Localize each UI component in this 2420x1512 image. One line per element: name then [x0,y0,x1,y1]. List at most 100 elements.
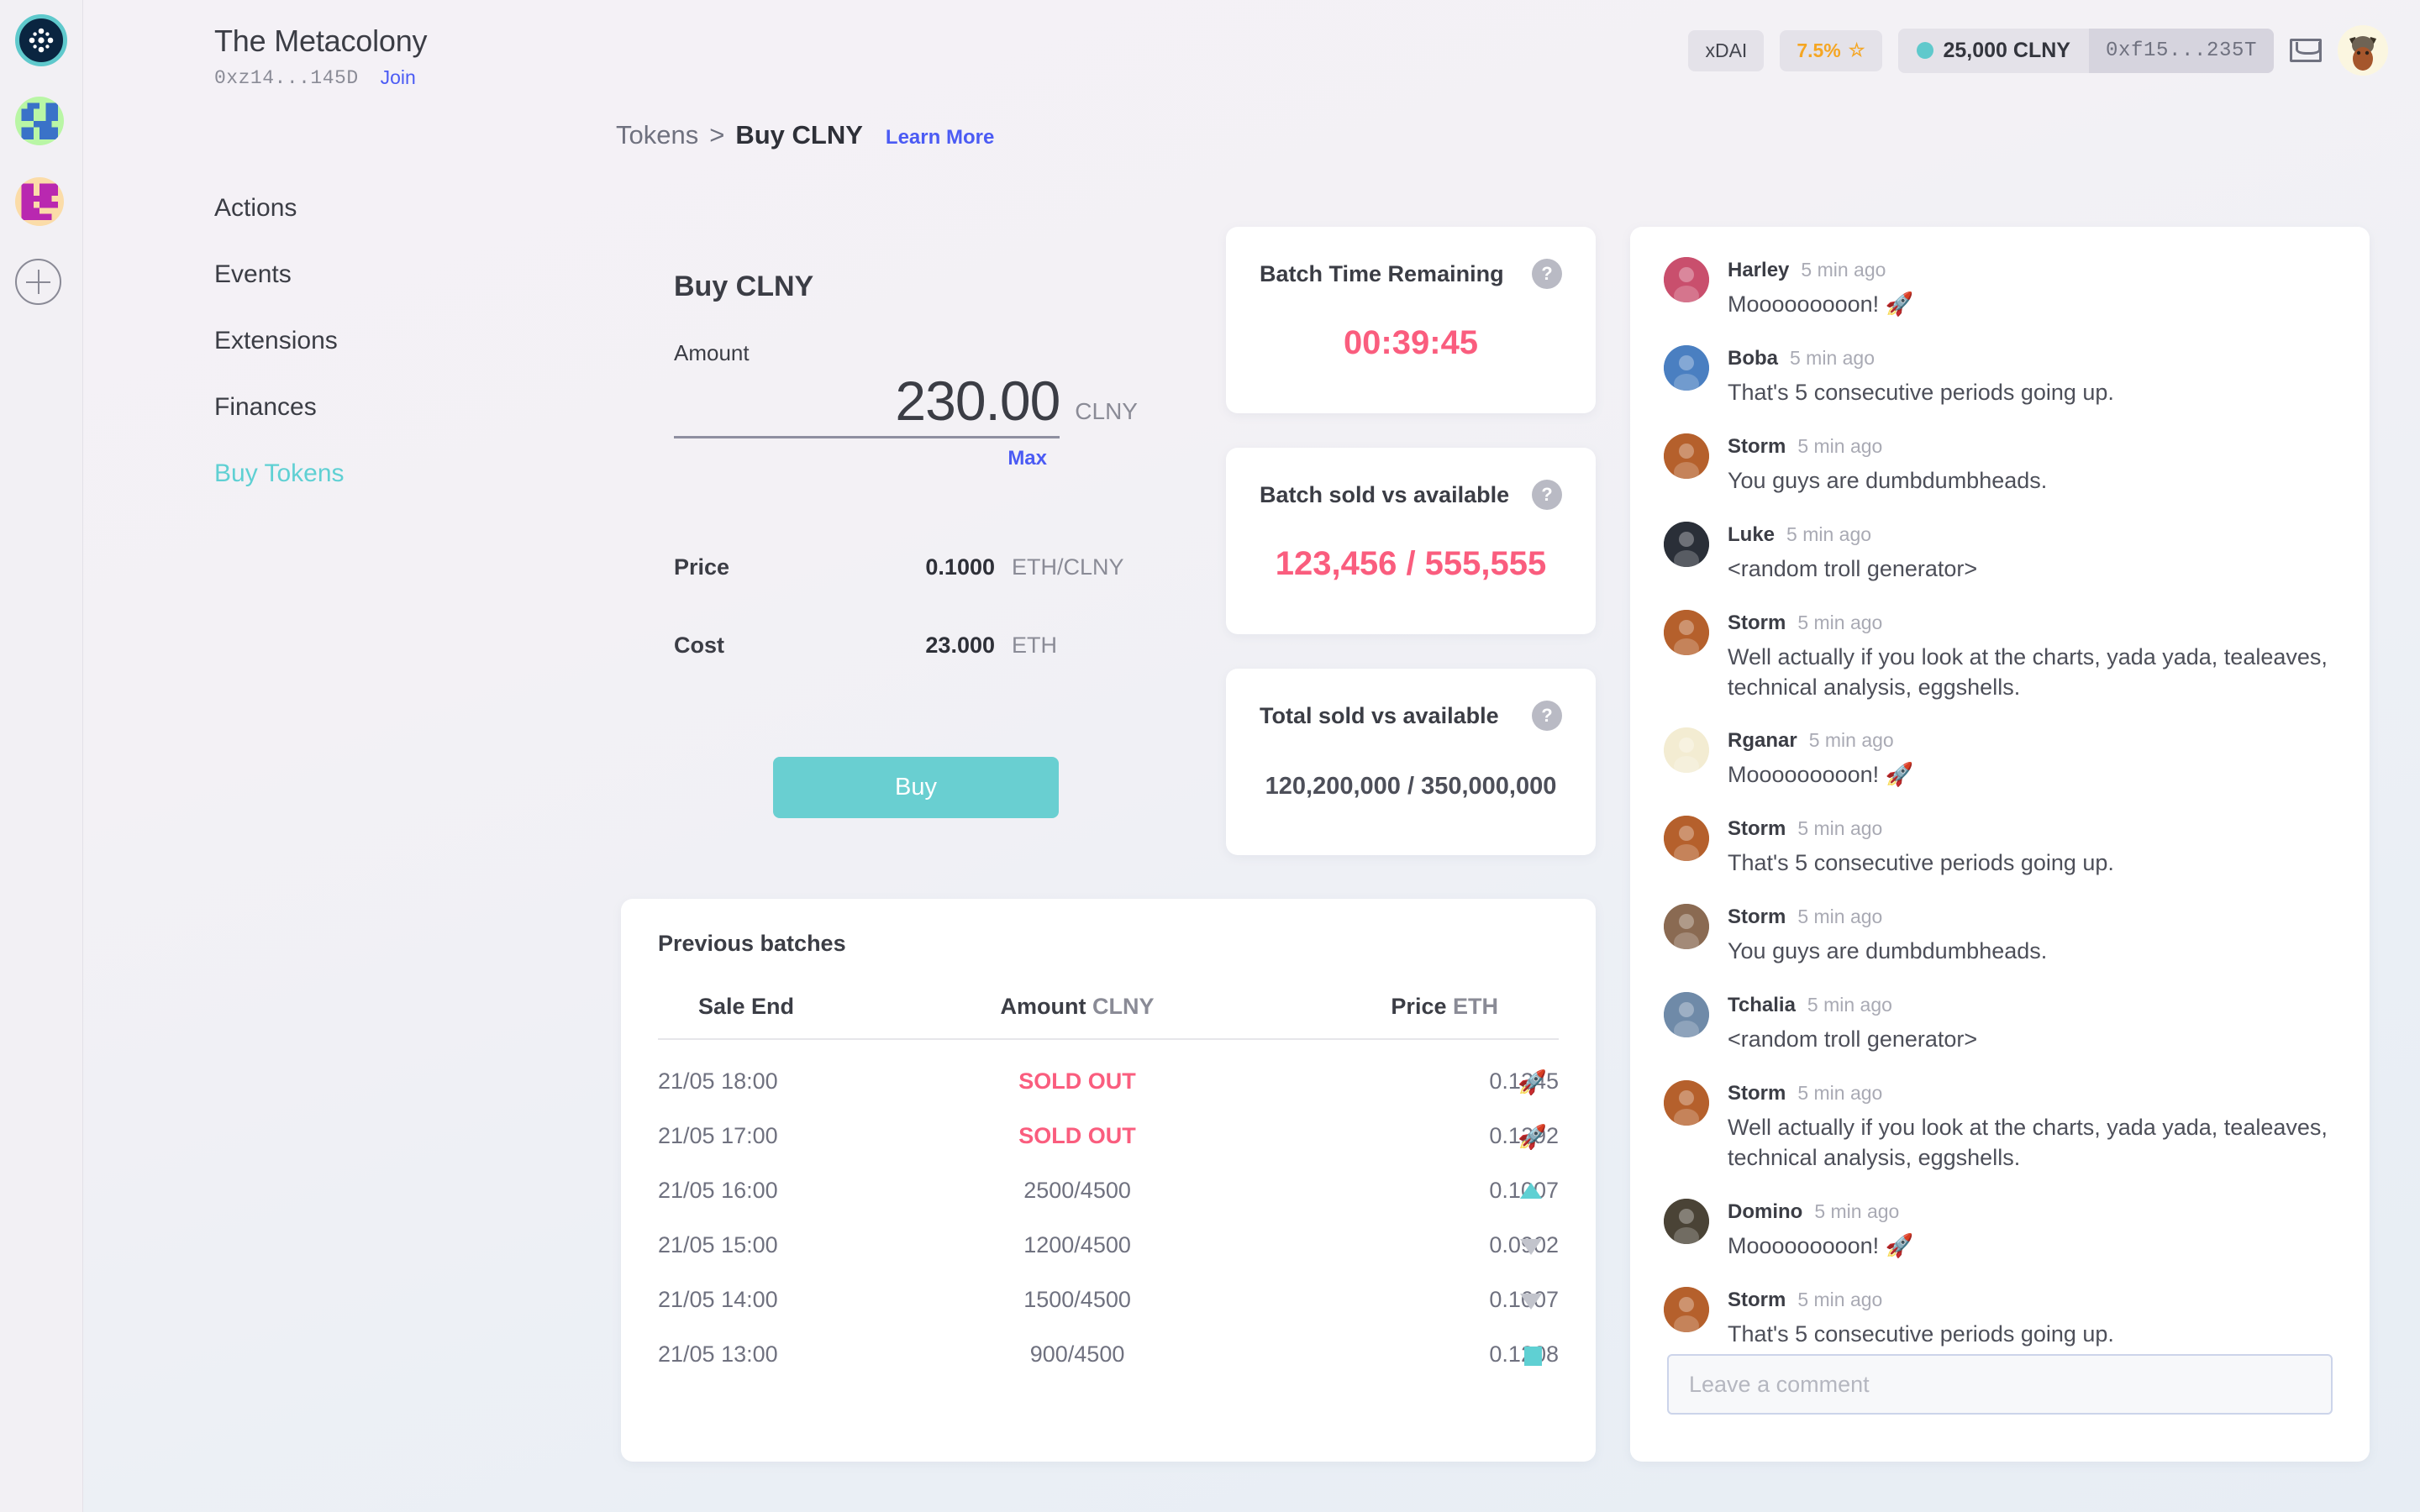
table-row[interactable]: 21/05 14:00 1500/4500 0.1007 [658,1258,1559,1313]
help-icon[interactable]: ? [1532,701,1562,731]
comment-meta: Harley 5 min ago [1728,259,2336,282]
comment-timestamp: 5 min ago [1797,817,1883,840]
amount-label: Amount [674,340,750,365]
comment-body: Harley 5 min ago Mooooooooon! 🚀 [1728,257,2336,320]
mail-icon[interactable] [2290,39,2322,62]
col-price-unit: ETH [1453,994,1498,1019]
sidebar-item-finances[interactable]: Finances [214,382,345,433]
colony-address: 0xz14...145D [214,66,359,89]
avatar[interactable] [2338,25,2388,76]
cost-row: Cost 23.000 ETH [618,633,1193,659]
cell-price: 0.1007 [1228,1258,1559,1313]
sidebar-nav: Actions Events Extensions Finances Buy T… [214,183,345,515]
comment-avatar[interactable] [1664,992,1709,1038]
col-amount: Amount CLNY [925,994,1229,1040]
batch-sold-card: Batch sold vs available ? 123,456 / 555,… [1226,448,1596,634]
max-button[interactable]: Max [1007,447,1047,470]
col-price-label: Price [1391,994,1447,1019]
rail-item-colony-avatar-1[interactable] [15,95,67,147]
sidebar-item-events[interactable]: Events [214,249,345,300]
total-sold-value: 120,200,000 / 350,000,000 [1265,773,1557,800]
comment-avatar[interactable] [1664,1286,1709,1332]
sidebar-item-extensions[interactable]: Extensions [214,316,345,366]
col-price: Price ETH [1228,994,1559,1040]
comment-timestamp: 5 min ago [1790,346,1876,369]
cost-label: Cost [674,633,724,658]
cell-amount: 900/4500 [1029,1341,1125,1367]
total-sold-card: Total sold vs available ? 120,200,000 / … [1226,669,1596,855]
learn-more-link[interactable]: Learn More [886,126,994,150]
comment-timestamp: 5 min ago [1808,729,1894,752]
comment-text: Well actually if you look at the charts,… [1728,1115,2328,1170]
cost-value: 23.000 [925,633,995,658]
reputation-pill[interactable]: 7.5% ☆ [1780,29,1882,71]
help-icon[interactable]: ? [1532,480,1562,510]
rail-item-colony-avatar-2[interactable] [15,176,67,228]
comment-item: Storm 5 min ago Well actually if you look … [1664,609,2336,703]
comment-author: Boba [1728,346,1778,370]
comment-avatar[interactable] [1664,727,1709,774]
network-pill[interactable]: xDAI [1688,29,1765,71]
buy-card-title: Buy CLNY [674,270,814,302]
breadcrumb-separator: > [709,120,725,150]
star-icon: ☆ [1848,39,1865,60]
help-icon[interactable]: ? [1532,259,1562,289]
trend-up-icon [1520,1183,1542,1199]
comment-author: Rganar [1728,729,1797,753]
comment-body: Luke 5 min ago <random troll generator> [1728,522,2336,585]
table-row[interactable]: 21/05 13:00 900/4500 0.1208 [658,1313,1559,1368]
comment-avatar[interactable] [1664,257,1709,302]
comment-avatar[interactable] [1664,904,1709,950]
comment-timestamp: 5 min ago [1797,1288,1883,1310]
comment-item: Storm 5 min ago Well actually if you look … [1664,1080,2336,1173]
comment-avatar[interactable] [1664,1198,1709,1244]
table-row[interactable]: 21/05 15:00 1200/4500 0.0902 [658,1204,1559,1258]
app-root: The Metacolony 0xz14...145D Join xDAI 7.… [0,0,2420,1512]
batch-sold-title: Batch sold vs available [1260,481,1510,507]
table-row[interactable]: 21/05 18:00 SOLD OUT 0.1345 🚀 [658,1039,1559,1095]
comment-avatar[interactable] [1664,1080,1709,1126]
cell-sale-end: 21/05 16:00 [658,1178,778,1203]
rail-item-add-colony[interactable] [15,256,67,308]
amount-input[interactable]: 230.00 [674,370,1060,439]
breadcrumb: Tokens > Buy CLNY Learn More [616,120,994,150]
comment-meta: Rganar 5 min ago [1728,729,2336,753]
identicon-blue-icon [15,97,64,145]
cell-price: 0.1208 [1228,1313,1559,1368]
sidebar-item-actions[interactable]: Actions [214,183,345,234]
max-row: Max [674,447,1138,470]
comment-avatar[interactable] [1664,816,1709,862]
sidebar-item-buy-tokens[interactable]: Buy Tokens [214,449,345,499]
plus-circle-icon [15,259,61,305]
table-row[interactable]: 21/05 16:00 2500/4500 0.1007 [658,1149,1559,1204]
breadcrumb-parent[interactable]: Tokens [616,120,698,150]
comment-text: Mooooooooon! 🚀 [1728,1232,1914,1258]
comment-meta: Storm 5 min ago [1728,906,2336,929]
buy-button[interactable]: Buy [773,757,1059,818]
comment-meta: Storm 5 min ago [1728,1082,2336,1105]
comment-avatar[interactable] [1664,609,1709,655]
trend-down-icon [1520,1239,1542,1255]
rocket-icon: 🚀 [1518,1069,1547,1095]
join-link[interactable]: Join [381,66,416,89]
buy-card-content: Buy CLNY Amount 230.00 CLNY Max [618,227,1193,470]
comment-avatar[interactable] [1664,344,1709,391]
batch-time-value: 00:39:45 [1343,324,1479,361]
comment-text: That's 5 consecutive periods going up. [1728,1320,2114,1347]
wallet-widget[interactable]: 25,000 CLNY 0xf15...235T [1897,28,2274,73]
table-row[interactable]: 21/05 17:00 SOLD OUT 0.1292 🚀 [658,1095,1559,1150]
price-label: Price [674,554,730,580]
rail-item-colony-home[interactable] [15,14,67,66]
comment-body: Rganar 5 min ago Mooooooooon! 🚀 [1728,727,2336,790]
comment-avatar[interactable] [1664,433,1709,479]
comment-item: Domino 5 min ago Mooooooooon! 🚀 [1664,1198,2336,1262]
batch-sold-header: Batch sold vs available ? [1260,480,1562,510]
comment-body: Storm 5 min ago That's 5 consecutive perio… [1728,1287,2336,1350]
comment-author: Storm [1728,611,1786,634]
comment-input[interactable] [1667,1354,2333,1415]
comment-author: Storm [1728,1082,1786,1105]
comment-timestamp: 5 min ago [1797,434,1883,457]
comment-meta: Storm 5 min ago [1728,1289,2336,1312]
comment-avatar[interactable] [1664,521,1709,567]
comment-text: <random troll generator> [1728,555,1978,581]
